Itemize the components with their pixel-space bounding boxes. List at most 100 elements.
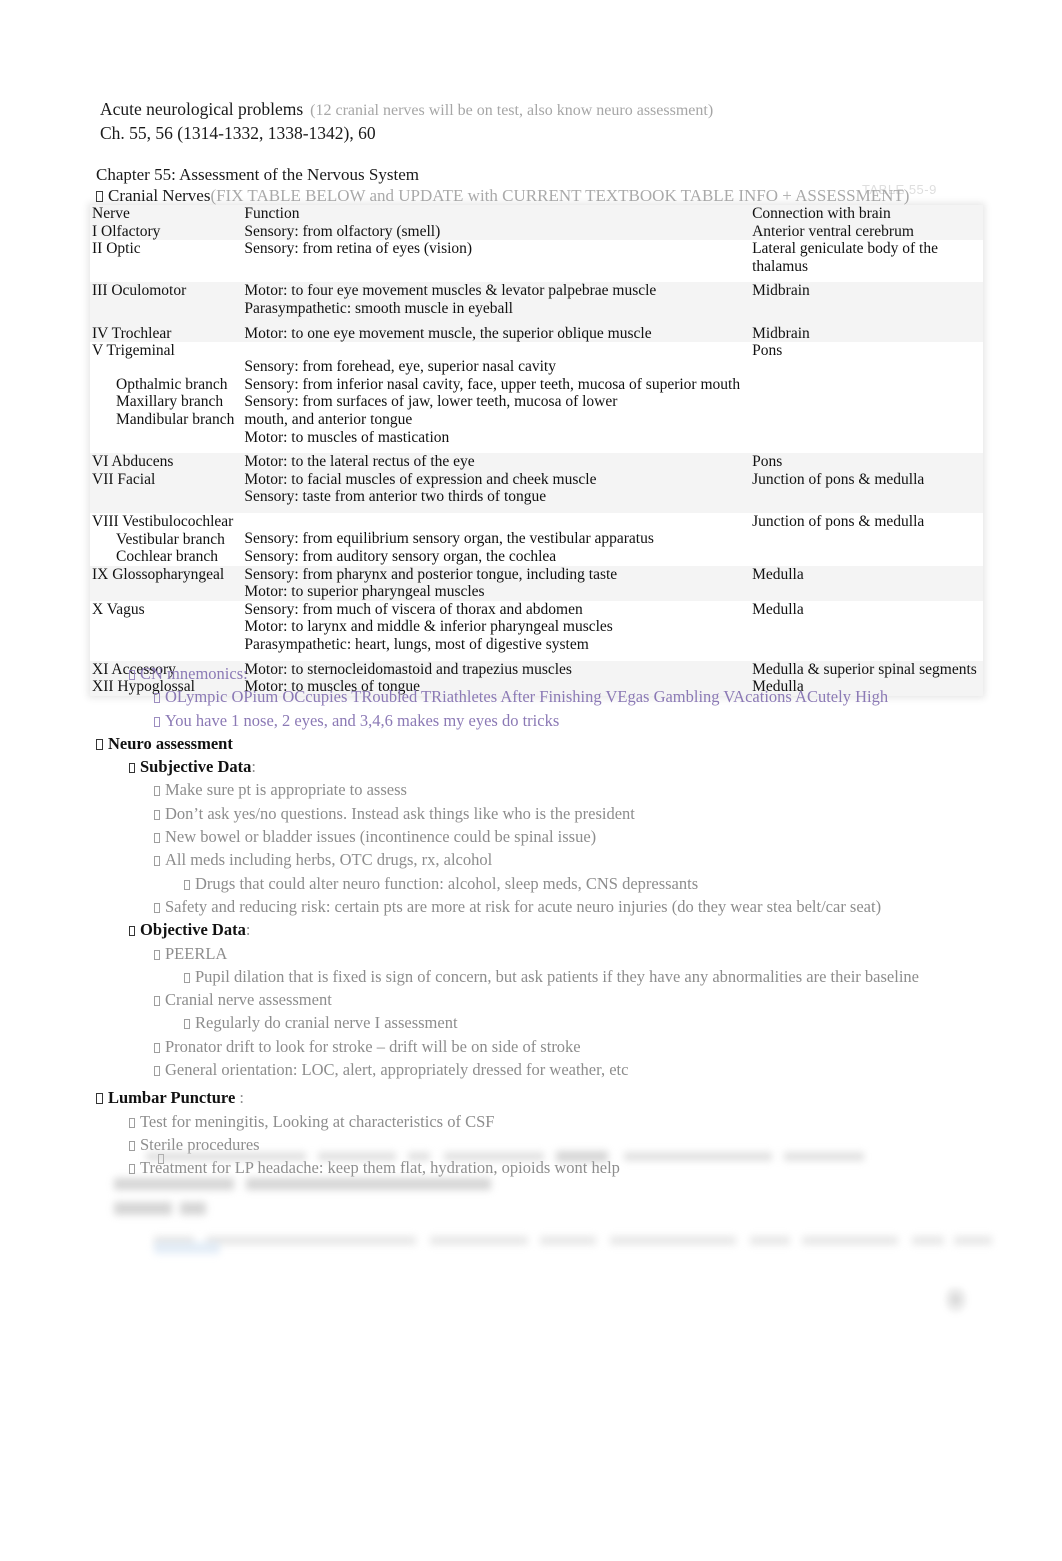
bullet-box-icon: [129, 1117, 135, 1128]
outline-item-lumbar-1: Test for meningitis, Looking at characte…: [96, 1110, 1016, 1133]
header-label-function: Function: [244, 205, 300, 222]
redacted-link-line: [154, 1242, 220, 1254]
redacted-line: [114, 1202, 172, 1215]
cell-nerve: VIII Vestibulocochlear Vestibular branch…: [90, 512, 241, 566]
cranial-nerve-assessment-subitem: Regularly do cranial nerve I assessment: [195, 1013, 458, 1033]
bullet-box-icon: [154, 693, 160, 704]
outline-item-peerla: PEERLA: [96, 942, 1016, 965]
cn-mnemonics-label: CN mnemonics:: [140, 664, 248, 683]
function-text: Motor: to one eye movement muscle, the s…: [244, 324, 652, 342]
subjective-subitem-text: Drugs that could alter neuro function: a…: [195, 873, 699, 893]
table-row: IX Glossopharyngeal Sensory: from pharyn…: [90, 565, 983, 601]
redacted-line: [146, 1152, 306, 1161]
document-page: Acute neurological problems (12 cranial n…: [0, 0, 1062, 1561]
objective-data-colon: :: [245, 920, 251, 940]
bullet-box-icon: [154, 1066, 160, 1077]
connection-text: Medulla: [752, 565, 804, 583]
spacer-cell: [240, 653, 747, 661]
chapter-heading-block: Chapter 55: Assessment of the Nervous Sy…: [96, 164, 996, 206]
redacted-line: [180, 1202, 206, 1215]
bullet-box-icon: [154, 902, 160, 913]
nerve-blank-line: [92, 360, 234, 376]
function-text: Sensory: from olfactory (smell): [244, 222, 441, 240]
objective-data-label: Objective Data: [140, 920, 246, 940]
outline-item-mnemonic-2: You have 1 nose, 2 eyes, and 3,4,6 makes…: [96, 709, 1016, 732]
nerve-name: I Olfactory: [92, 222, 161, 240]
subjective-item-text: Make sure pt is appropriate to assess: [165, 780, 407, 800]
table-row: X Vagus Sensory: from much of viscera of…: [90, 600, 983, 654]
table-watermark: TABLE 55-9: [862, 182, 937, 197]
outline-item-peerla-sub: Pupil dilation that is fixed is sign of …: [96, 965, 1016, 988]
cell-function: Sensory: from equilibrium sensory organ,…: [240, 512, 747, 566]
nerve-branch: Maxillary branch: [116, 393, 224, 411]
cell-connection: Junction of pons & medulla: [746, 470, 983, 506]
cranial-nerve-table: Nerve Function Connection with brain I O…: [90, 205, 983, 696]
cell-nerve: IX Glossopharyngeal: [90, 565, 241, 601]
nerve-name: II Optic: [92, 240, 141, 258]
bullet-box-icon: [184, 972, 190, 983]
function-blank-line: [244, 342, 740, 358]
table-spacer-row: [90, 317, 983, 325]
connection-text: Medulla: [752, 600, 804, 618]
nerve-name: V Trigeminal: [92, 342, 175, 360]
table-row: VIII Vestibulocochlear Vestibular branch…: [90, 512, 983, 566]
cell-connection: Anterior ventral cerebrum: [746, 222, 983, 241]
outline-item-pronator-drift: Pronator drift to look for stroke – drif…: [96, 1035, 1016, 1058]
outline-item-subjective-2: Don’t ask yes/no questions. Instead ask …: [96, 802, 1016, 825]
cell-connection: Pons: [746, 342, 983, 447]
page-title: Acute neurological problems: [100, 99, 304, 119]
nerve-name: VII Facial: [92, 470, 156, 488]
outline-item-subjective-data: Subjective Data:: [96, 755, 1016, 778]
outline-item-mnemonic-1: OLympic OPium OCcupies TRoubled TRiathle…: [96, 685, 1016, 708]
spacer-cell: [240, 317, 747, 325]
table-row: VII Facial Motor: to facial muscles of e…: [90, 470, 983, 506]
nerve-name: IV Trochlear: [92, 324, 172, 342]
bullet-box-icon: [96, 1093, 103, 1105]
lumbar-item-text: Test for meningitis, Looking at characte…: [140, 1111, 495, 1131]
chapter-reference: Ch. 55, 56 (1314-1332, 1338-1342), 60: [100, 123, 376, 143]
cell-function: Motor: to facial muscles of expression a…: [240, 470, 747, 506]
table-row: IV Trochlear Motor: to one eye movement …: [90, 324, 983, 343]
redacted-line: [784, 1152, 864, 1161]
cell-connection: Midbrain: [746, 282, 983, 318]
header-cell-nerve: Nerve: [90, 205, 241, 223]
outline-item-subjective-4: All meds including herbs, OTC drugs, rx,…: [96, 848, 1016, 871]
connection-text: Midbrain: [752, 324, 810, 342]
nerve-name: VIII Vestibulocochlear: [92, 512, 234, 530]
nerve-name: IX Glossopharyngeal: [92, 565, 225, 583]
cell-function: Sensory: from olfactory (smell): [240, 222, 747, 241]
spacer-cell: [240, 505, 747, 513]
header-label-nerve: Nerve: [92, 205, 130, 222]
spacer-cell: [746, 505, 983, 513]
outline-item-neuro-assessment: Neuro assessment: [96, 732, 1016, 755]
cell-nerve: V Trigeminal Opthalmic branch Maxillary …: [90, 342, 241, 447]
subjective-data-colon: :: [251, 757, 256, 777]
header-cell-function: Function: [240, 205, 747, 223]
table-row: III Oculomotor Motor: to four eye moveme…: [90, 282, 983, 318]
spacer-cell: [90, 317, 241, 325]
cranial-nerves-label: Cranial Nerves: [108, 186, 211, 205]
function-text: Sensory: taste from anterior two thirds …: [244, 488, 547, 506]
cell-function: Motor: to four eye movement muscles & le…: [240, 282, 747, 318]
page-title-note: (12 cranial nerves will be on test, also…: [310, 102, 714, 119]
spacer-cell: [240, 275, 747, 283]
bullet-box-icon: [184, 1019, 190, 1030]
document-heading: Acute neurological problems (12 cranial n…: [100, 98, 980, 144]
function-text-cont: Parasympathetic: smooth muscle in eyebal…: [244, 299, 513, 317]
outline-item-lumbar-puncture: Lumbar Puncture :: [96, 1081, 1016, 1109]
bullet-box-icon: [154, 833, 160, 844]
bullet-box-icon: [154, 996, 160, 1007]
table-row: I Olfactory Sensory: from olfactory (sme…: [90, 222, 983, 241]
function-text: Sensory: from retina of eyes (vision): [244, 240, 473, 258]
redacted-line: [444, 1152, 544, 1161]
general-orientation-text: General orientation: LOC, alert, appropr…: [165, 1060, 629, 1080]
function-text: Sensory: from pharynx and posterior tong…: [244, 565, 618, 583]
peerla-subitem-text: Pupil dilation that is fixed is sign of …: [195, 966, 919, 986]
table-body: Nerve Function Connection with brain I O…: [90, 205, 983, 696]
outline-item-cranial-nerve-assessment-sub: Regularly do cranial nerve I assessment: [96, 1011, 1016, 1034]
cranial-nerves-note: (FIX TABLE BELOW and UPDATE with CURRENT…: [210, 186, 910, 205]
page-smudge-artifact: [944, 1286, 970, 1316]
nerve-name: X Vagus: [92, 600, 145, 618]
function-text: Motor: to the lateral rectus of the eye: [244, 453, 475, 471]
function-text: Sensory: from surfaces of jaw, lower tee…: [244, 393, 618, 428]
